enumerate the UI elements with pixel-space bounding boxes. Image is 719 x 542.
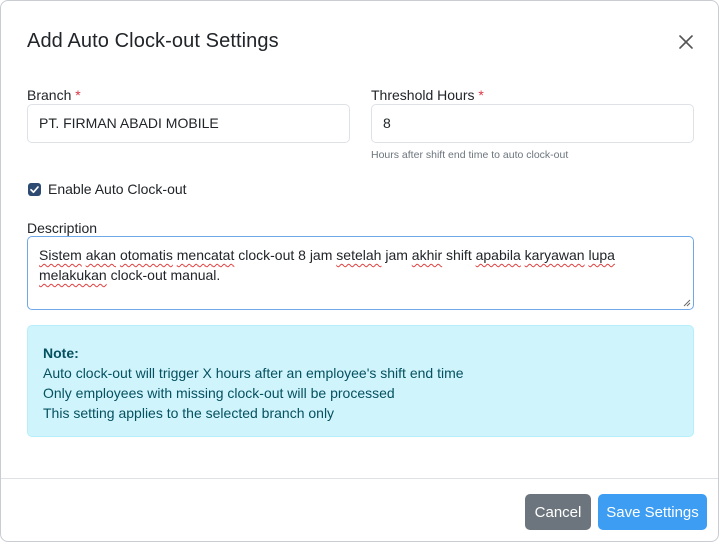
description-word: setelah — [336, 247, 382, 263]
description-word: shift — [446, 247, 472, 263]
description-textarea[interactable]: Sistem akan otomatis mencatat clock-out … — [27, 236, 694, 310]
note-line: This setting applies to the selected bra… — [43, 405, 335, 421]
branch-field[interactable]: PT. FIRMAN ABADI MOBILE — [27, 104, 350, 143]
enable-auto-clockout-row[interactable]: Enable Auto Clock-out — [28, 181, 187, 197]
note-title: Note: — [43, 345, 79, 361]
description-word: akan — [85, 247, 117, 263]
modal-title: Add Auto Clock-out Settings — [27, 30, 279, 52]
branch-required-marker: * — [75, 87, 81, 103]
threshold-label-text: Threshold Hours — [371, 87, 475, 103]
note-line: Auto clock-out will trigger X hours afte… — [43, 365, 464, 381]
close-button[interactable] — [677, 33, 695, 51]
description-label: Description — [27, 220, 98, 236]
description-word: akhir — [411, 247, 443, 263]
threshold-required-marker: * — [478, 87, 484, 103]
description-word: apabila — [475, 247, 521, 263]
description-word: lupa — [588, 247, 615, 263]
threshold-hours-input[interactable]: 8 — [371, 104, 694, 143]
close-icon — [679, 35, 693, 49]
save-settings-button[interactable]: Save Settings — [598, 494, 707, 530]
note-line: Only employees with missing clock-out wi… — [43, 385, 395, 401]
description-word: clock-out 8 jam — [238, 247, 333, 263]
resize-grip-icon[interactable] — [683, 299, 691, 307]
cancel-button[interactable]: Cancel — [525, 494, 591, 530]
description-word: melakukan — [39, 267, 107, 283]
description-word: clock-out manual. — [110, 267, 221, 283]
threshold-label: Threshold Hours * — [371, 87, 484, 103]
check-icon — [30, 185, 39, 193]
note-alert: Note: Auto clock-out will trigger X hour… — [27, 325, 694, 437]
add-auto-clockout-modal: Add Auto Clock-out Settings Branch * PT.… — [0, 0, 719, 542]
description-word: jam — [385, 247, 408, 263]
threshold-value: 8 — [383, 115, 391, 131]
modal-footer: Cancel Save Settings — [1, 478, 718, 541]
modal-header: Add Auto Clock-out Settings — [1, 1, 718, 81]
enable-auto-clockout-label[interactable]: Enable Auto Clock-out — [48, 181, 187, 197]
description-word: mencatat — [176, 247, 235, 263]
description-word: otomatis — [119, 247, 173, 263]
branch-label: Branch * — [27, 87, 81, 103]
threshold-help-text: Hours after shift end time to auto clock… — [371, 149, 569, 161]
description-word: Sistem — [39, 247, 82, 263]
enable-auto-clockout-checkbox[interactable] — [28, 182, 41, 196]
branch-label-text: Branch — [27, 87, 72, 103]
branch-value: PT. FIRMAN ABADI MOBILE — [39, 115, 219, 131]
description-word: karyawan — [524, 247, 585, 263]
